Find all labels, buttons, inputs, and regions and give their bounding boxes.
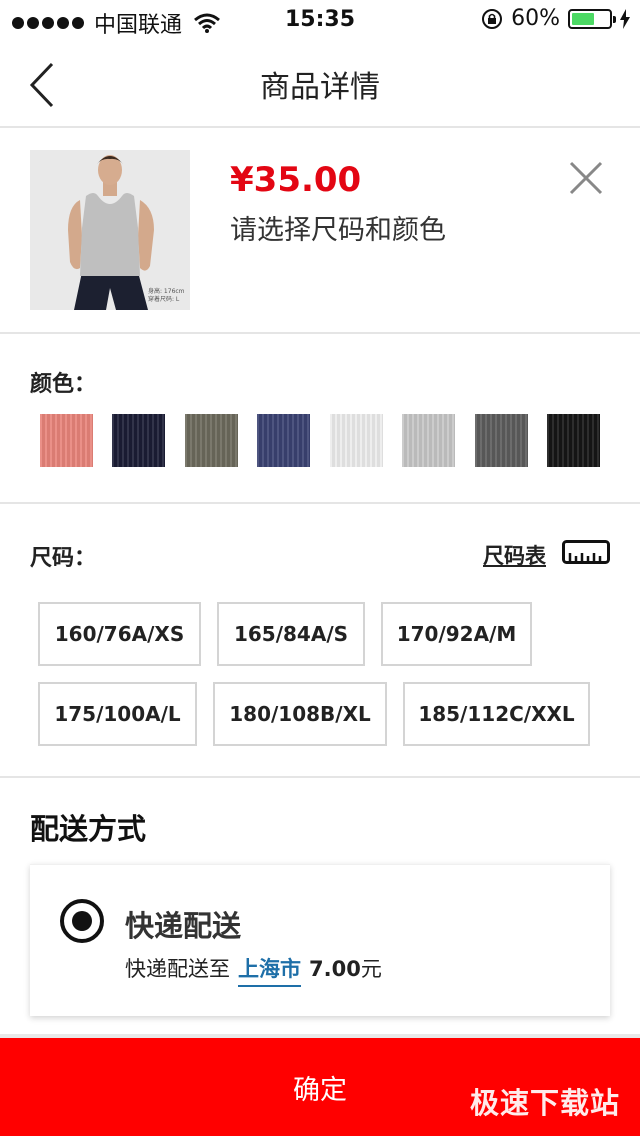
size-option[interactable]: 185/112C/XXL	[403, 682, 590, 746]
delivery-option-card[interactable]: 快递配送 快递配送至 上海市 7.00 元	[30, 864, 610, 1016]
close-icon	[569, 161, 603, 195]
page-title: 商品详情	[260, 70, 380, 105]
delivery-desc-prefix: 快递配送至	[125, 957, 230, 981]
color-swatch[interactable]	[547, 414, 600, 467]
delivery-fee: 7.00	[309, 957, 361, 981]
size-chart-link[interactable]: 尺码表	[483, 540, 546, 570]
delivery-description: 快递配送至 上海市 7.00 元	[125, 953, 382, 987]
battery-level-fill	[572, 12, 594, 25]
model-tank-top-illustration	[30, 150, 190, 310]
color-swatch[interactable]	[475, 414, 528, 467]
ruler-icon[interactable]	[562, 540, 610, 564]
delivery-option-name: 快递配送	[125, 909, 242, 943]
size-option[interactable]: 175/100A/L	[38, 682, 197, 746]
delivery-radio[interactable]	[60, 899, 104, 943]
selection-prompt: 请选择尺码和颜色	[230, 215, 446, 246]
status-right: 60%	[481, 6, 630, 31]
size-option[interactable]: 165/84A/S	[217, 602, 365, 666]
product-price: ¥35.00	[230, 160, 362, 200]
product-image: 身高: 176cm 穿着尺码: L	[30, 150, 190, 310]
size-option[interactable]: 170/92A/M	[381, 602, 532, 666]
battery-percent: 60%	[511, 6, 560, 31]
size-option[interactable]: 160/76A/XS	[38, 602, 201, 666]
color-swatch[interactable]	[330, 414, 383, 467]
size-section: 尺码： 尺码表 160/76A/XS 165/84A/S 170/92A/M 1…	[0, 506, 640, 778]
status-bar: 中国联通 15:35 60%	[0, 0, 640, 40]
color-section: 颜色：	[0, 336, 640, 504]
watermark: 极速下载站	[469, 1086, 620, 1120]
close-button[interactable]	[566, 158, 606, 198]
delivery-title: 配送方式	[30, 812, 147, 846]
size-option[interactable]: 180/108B/XL	[213, 682, 387, 746]
radio-selected-dot	[72, 911, 92, 931]
color-label: 颜色：	[30, 372, 97, 397]
charging-bolt-icon	[620, 8, 630, 29]
color-swatch[interactable]	[112, 414, 165, 467]
rotation-lock-icon	[482, 8, 503, 29]
color-swatch[interactable]	[402, 414, 455, 467]
color-swatch[interactable]	[257, 414, 310, 467]
battery-icon	[568, 8, 616, 29]
city-link[interactable]: 上海市	[238, 953, 301, 987]
nav-bar: 商品详情	[0, 40, 640, 128]
color-swatch[interactable]	[40, 414, 93, 467]
size-label: 尺码：	[30, 546, 97, 571]
delivery-fee-unit: 元	[360, 957, 382, 981]
product-summary: 身高: 176cm 穿着尺码: L ¥35.00 请选择尺码和颜色	[0, 130, 640, 334]
image-caption: 身高: 176cm 穿着尺码: L	[148, 288, 185, 303]
color-swatch[interactable]	[185, 414, 238, 467]
